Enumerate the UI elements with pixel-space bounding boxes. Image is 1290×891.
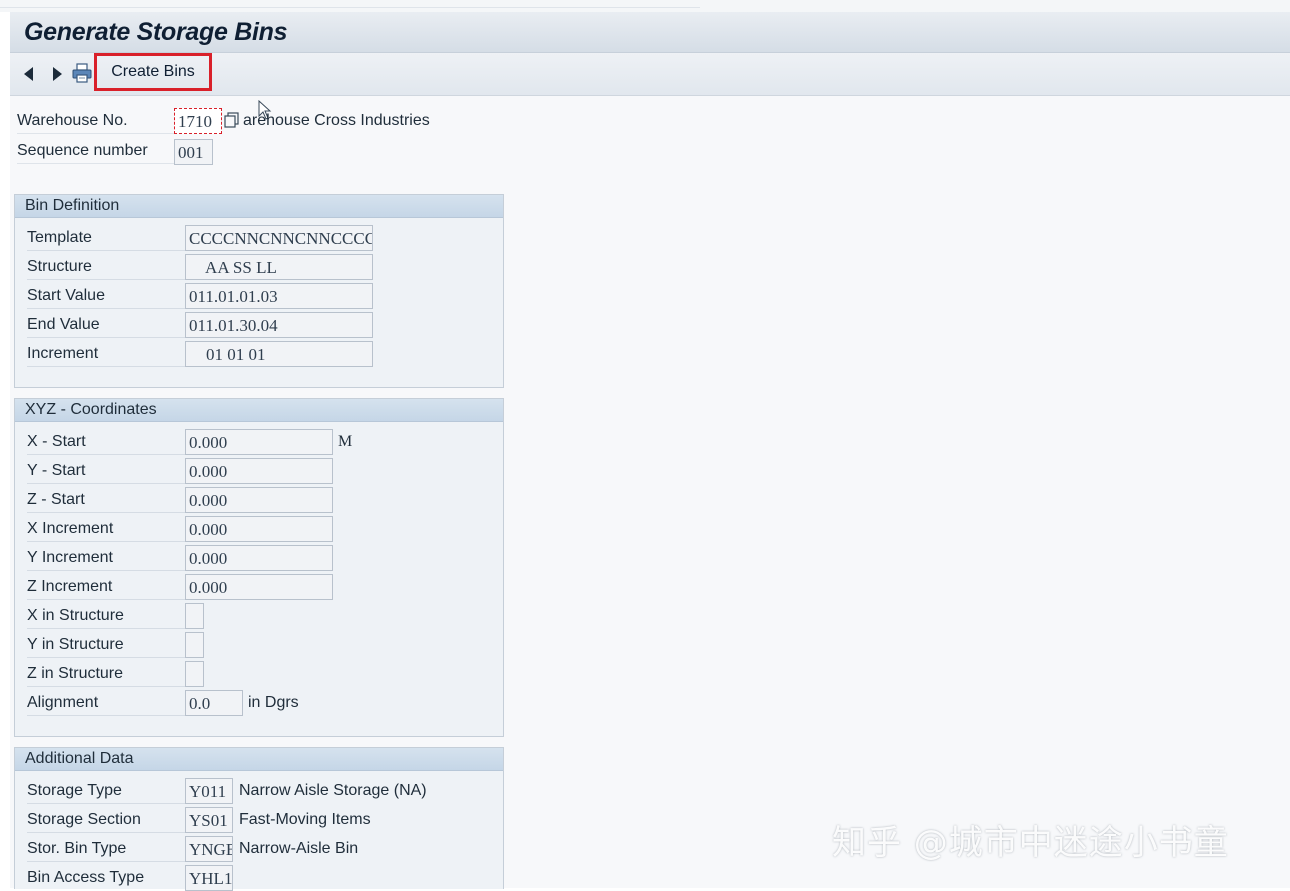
y-in-structure-input[interactable]: [185, 632, 204, 658]
x-start-underline: [27, 454, 185, 455]
y-increment-input[interactable]: 0.000: [185, 545, 333, 571]
z-start-input[interactable]: 0.000: [185, 487, 333, 513]
y-start-underline: [27, 483, 185, 484]
bin-definition-header: Bin Definition: [15, 195, 503, 218]
alignment-label: Alignment: [27, 694, 99, 711]
template-input[interactable]: CCCCNNCNNCNNCCCCCC: [185, 225, 373, 251]
z-increment-underline: [27, 599, 185, 600]
end-value-underline: [27, 337, 185, 338]
alignment-unit-label: in Dgrs: [248, 694, 299, 711]
sequence-input[interactable]: 001: [174, 139, 213, 165]
increment-underline: [27, 366, 185, 367]
x-in-structure-input[interactable]: [185, 603, 204, 629]
increment-label: Increment: [27, 345, 99, 362]
structure-label: Structure: [27, 258, 92, 275]
sequence-label: Sequence number: [17, 142, 148, 159]
sequence-label-underline: [17, 163, 175, 164]
storage-section-underline: [27, 832, 185, 833]
forward-arrow-icon[interactable]: [53, 67, 62, 81]
x-start-label: X - Start: [27, 433, 86, 450]
storage-section-description: Fast-Moving Items: [239, 811, 371, 828]
end-value-label: End Value: [27, 316, 100, 333]
additional-data-header: Additional Data: [15, 748, 503, 771]
x-increment-input[interactable]: 0.000: [185, 516, 333, 542]
x-start-input[interactable]: 0.000: [185, 429, 333, 455]
template-underline: [27, 250, 185, 251]
y-in-structure-label: Y in Structure: [27, 636, 124, 653]
back-arrow-icon[interactable]: [24, 67, 33, 81]
start-value-label: Start Value: [27, 287, 105, 304]
alignment-input[interactable]: 0.0: [185, 690, 243, 716]
bin-access-type-input[interactable]: YHL1: [185, 865, 233, 891]
warehouse-label: Warehouse No.: [17, 112, 128, 129]
warehouse-description: arehouse Cross Industries: [243, 112, 430, 129]
bin-type-description: Narrow-Aisle Bin: [239, 840, 359, 857]
end-value-input[interactable]: 011.01.30.04: [185, 312, 373, 338]
copy-icon[interactable]: [224, 112, 240, 128]
z-in-structure-label: Z in Structure: [27, 665, 124, 682]
structure-input[interactable]: AA SS LL: [185, 254, 373, 280]
storage-section-input[interactable]: YS01: [185, 807, 233, 833]
page-title: Generate Storage Bins: [24, 18, 288, 46]
warehouse-label-underline: [17, 133, 175, 134]
start-value-input[interactable]: 011.01.01.03: [185, 283, 373, 309]
storage-type-label: Storage Type: [27, 782, 122, 799]
y-increment-label: Y Increment: [27, 549, 113, 566]
bin-access-type-label: Bin Access Type: [27, 869, 145, 886]
z-increment-input[interactable]: 0.000: [185, 574, 333, 600]
x-increment-underline: [27, 541, 185, 542]
x-in-structure-label: X in Structure: [27, 607, 124, 624]
x-in-structure-underline: [27, 628, 185, 629]
sap-window: Generate Storage Bins Create Bins Wareho…: [10, 12, 1290, 891]
title-bar: Generate Storage Bins: [10, 12, 1290, 53]
bin-type-label: Stor. Bin Type: [27, 840, 127, 857]
y-start-label: Y - Start: [27, 462, 86, 479]
z-start-underline: [27, 512, 185, 513]
storage-section-label: Storage Section: [27, 811, 141, 828]
bin-definition-group: Bin Definition Template CCCCNNCNNCNNCCCC…: [14, 194, 504, 388]
storage-type-underline: [27, 803, 185, 804]
x-unit-label: M: [338, 433, 353, 450]
z-in-structure-underline: [27, 686, 185, 687]
template-label: Template: [27, 229, 92, 246]
bin-type-input[interactable]: YNGB: [185, 836, 233, 862]
y-increment-underline: [27, 570, 185, 571]
x-increment-label: X Increment: [27, 520, 114, 537]
warehouse-input[interactable]: 1710: [174, 108, 222, 134]
storage-type-input[interactable]: Y011: [185, 778, 233, 804]
structure-underline: [27, 279, 185, 280]
z-increment-label: Z Increment: [27, 578, 113, 595]
z-start-label: Z - Start: [27, 491, 85, 508]
y-start-input[interactable]: 0.000: [185, 458, 333, 484]
xyz-coordinates-header: XYZ - Coordinates: [15, 399, 503, 422]
additional-data-group: Additional Data Storage Type Y011 Narrow…: [14, 747, 504, 891]
alignment-underline: [27, 715, 185, 716]
top-strip: [0, 0, 1290, 12]
watermark: 知乎 @城市中迷途小书童: [832, 823, 1229, 863]
xyz-coordinates-group: XYZ - Coordinates X - Start 0.000 M Y - …: [14, 398, 504, 737]
bin-type-underline: [27, 861, 185, 862]
storage-type-description: Narrow Aisle Storage (NA): [239, 782, 427, 799]
printer-icon[interactable]: [71, 62, 93, 84]
create-bins-button[interactable]: Create Bins: [94, 53, 212, 91]
y-in-structure-underline: [27, 657, 185, 658]
start-value-underline: [27, 308, 185, 309]
z-in-structure-input[interactable]: [185, 661, 204, 687]
application-toolbar: Create Bins: [10, 53, 1290, 96]
increment-input[interactable]: 01 01 01: [185, 341, 373, 367]
